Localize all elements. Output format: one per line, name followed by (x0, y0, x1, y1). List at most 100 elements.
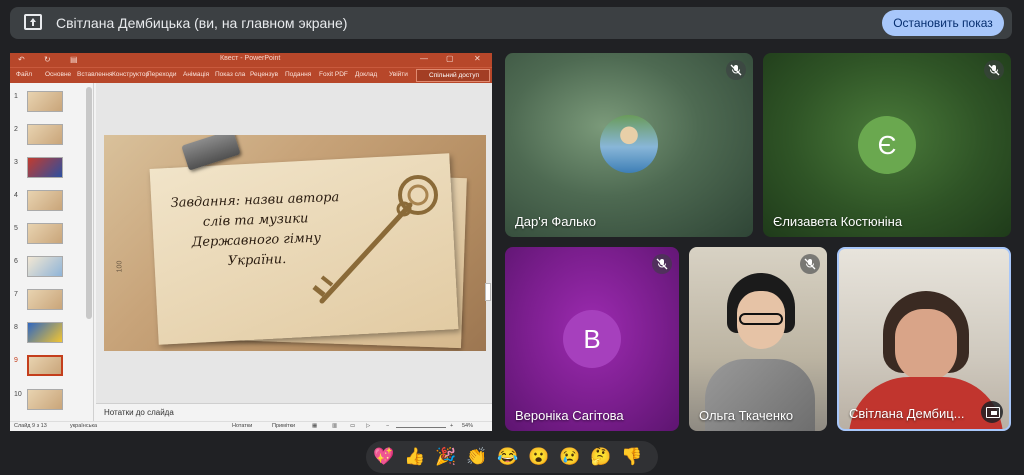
maximize-icon[interactable]: ▢ (446, 54, 454, 63)
ribbon-tab-home[interactable]: Основне (45, 71, 71, 78)
ribbon-tab-design[interactable]: Конструктор (112, 71, 149, 78)
slide-thumbnail-image (27, 157, 63, 178)
ribbon-tab-animations[interactable]: Анімація (183, 71, 209, 78)
thumbnail-scrollbar[interactable] (86, 87, 92, 319)
party-popper-icon[interactable]: 🎉 (434, 446, 458, 468)
slide-notes-field[interactable]: Нотатки до слайда (96, 403, 492, 419)
slide-thumbnail-image (27, 223, 63, 244)
ribbon-tab-review[interactable]: Рецензув (250, 71, 278, 78)
slide-thumbnail[interactable]: 7 (10, 289, 90, 311)
ppt-titlebar: ↶ ↻ ▤ Квест - PowerPoint — ▢ ✕ (10, 53, 492, 67)
avatar: В (563, 310, 621, 368)
canvas-scrollbar[interactable] (485, 283, 491, 301)
mic-off-icon (652, 254, 672, 274)
slide-thumbnail[interactable]: 1 (10, 91, 90, 113)
slide-thumbnail[interactable]: 4 (10, 190, 90, 212)
shared-powerpoint-window: ↶ ↻ ▤ Квест - PowerPoint — ▢ ✕ Файл Осно… (10, 53, 492, 431)
slideshow-view-icon[interactable]: ▷ (366, 423, 370, 429)
slide-editing-canvas[interactable]: Завдання: назви автора слів та музики Де… (96, 83, 492, 403)
mic-off-icon (984, 60, 1004, 80)
ribbon-tab-insert[interactable]: Вставлення (77, 71, 113, 78)
normal-view-icon[interactable]: ▦ (312, 423, 317, 429)
reading-view-icon[interactable]: ▭ (350, 423, 355, 429)
laughing-face-icon[interactable]: 😂 (496, 446, 520, 468)
antique-key-image (312, 175, 438, 304)
undo-icon[interactable]: ↶ (18, 55, 25, 64)
ruler-label: 100 (116, 260, 124, 273)
slide-thumbnail[interactable]: 5 (10, 223, 90, 245)
participant-name: Світлана Дембиц... (849, 406, 965, 421)
surprised-face-icon[interactable]: 😮 (527, 446, 551, 468)
comments-toggle-button[interactable]: Примітки (272, 423, 295, 429)
minimize-icon[interactable]: — (420, 54, 428, 63)
video-feed (849, 377, 1003, 429)
presenting-title: Світлана Дембицька (ви, на главном экран… (56, 15, 348, 31)
participant-tile[interactable]: Є Єлизавета Костюніна (763, 53, 1011, 237)
ribbon-tab-sign-in[interactable]: Увійти (389, 71, 408, 78)
slide-number: 3 (14, 159, 18, 166)
share-button[interactable]: Спільний доступ (416, 69, 490, 82)
redo-icon[interactable]: ↻ (44, 55, 51, 64)
ribbon-tab-foxit[interactable]: Foxit PDF (319, 71, 348, 78)
zoom-slider[interactable] (396, 427, 446, 428)
slide-number: 1 (14, 93, 18, 100)
participant-name: Ольга Ткаченко (699, 408, 794, 423)
reactions-bar: 💖 👍 🎉 👏 😂 😮 😢 🤔 👎 (366, 441, 658, 473)
slide-thumbnail-pane: 1 2 3 4 5 6 7 8 9 10 (10, 83, 94, 421)
zoom-out-icon[interactable]: − (386, 423, 389, 429)
presenting-bar: Світлана Дембицька (ви, на главном экран… (10, 7, 1012, 39)
participant-tile[interactable]: Дар'я Фалько (505, 53, 753, 237)
slide-thumbnail[interactable]: 8 (10, 322, 90, 344)
slide-thumbnail-image (27, 355, 63, 376)
slide-sorter-icon[interactable]: ▥ (332, 423, 337, 429)
thumbs-down-icon[interactable]: 👎 (620, 446, 644, 468)
notes-toggle-button[interactable]: Нотатки (232, 423, 252, 429)
ppt-window-title: Квест - PowerPoint (220, 55, 281, 62)
participant-name: Дар'я Фалько (515, 214, 596, 229)
slide-thumbnail[interactable]: 3 (10, 157, 90, 179)
slide-thumbnail-image (27, 389, 63, 410)
avatar (600, 115, 658, 173)
slide-number: 4 (14, 192, 18, 199)
thinking-face-icon[interactable]: 🤔 (589, 446, 613, 468)
zoom-level[interactable]: 54% (462, 423, 473, 429)
ppt-status-bar: Слайд 9 з 13 українська Нотатки Примітки… (10, 421, 492, 431)
slide-thumbnail[interactable]: 2 (10, 124, 90, 146)
picture-in-picture-icon[interactable] (981, 401, 1003, 423)
slide-thumbnail-image (27, 322, 63, 343)
participant-name: Єлизавета Костюніна (773, 214, 903, 229)
slide-thumbnail-image (27, 124, 63, 145)
slide-number: 5 (14, 225, 18, 232)
mic-off-icon (800, 254, 820, 274)
slide-thumbnail-image (27, 91, 63, 112)
sparkling-heart-icon[interactable]: 💖 (372, 446, 396, 468)
participant-tile[interactable]: Ольга Ткаченко (689, 247, 827, 431)
slide-number: 8 (14, 324, 18, 331)
sad-face-icon[interactable]: 😢 (558, 446, 582, 468)
slide-thumbnail[interactable]: 10 (10, 389, 90, 411)
thumbs-up-icon[interactable]: 👍 (403, 446, 427, 468)
ribbon-tab-tell-me[interactable]: Доклад (355, 71, 377, 78)
avatar: Є (858, 116, 916, 174)
ribbon-tab-slideshow[interactable]: Показ сла (215, 71, 245, 78)
video-feed (895, 309, 957, 381)
close-icon[interactable]: ✕ (474, 54, 481, 63)
participant-tile[interactable]: В Вероніка Сагітова (505, 247, 679, 431)
slide-number: 2 (14, 126, 18, 133)
slide-thumbnail[interactable]: 6 (10, 256, 90, 278)
zoom-in-icon[interactable]: + (450, 423, 453, 429)
clapping-hands-icon[interactable]: 👏 (465, 446, 489, 468)
participant-tile-self[interactable]: Світлана Дембиц... (837, 247, 1011, 431)
ribbon-tab-view[interactable]: Подання (285, 71, 311, 78)
language-indicator[interactable]: українська (70, 423, 97, 429)
slide-thumbnail-image (27, 256, 63, 277)
stop-presenting-button[interactable]: Остановить показ (882, 10, 1004, 36)
start-slideshow-icon[interactable]: ▤ (70, 55, 78, 64)
ribbon-tab-transitions[interactable]: Переходи (147, 71, 176, 78)
slide-thumbnail-image (27, 190, 63, 211)
slide-thumbnail-selected[interactable]: 9 (10, 355, 90, 377)
slide-number: 7 (14, 291, 18, 298)
slide-9[interactable]: Завдання: назви автора слів та музики Де… (104, 135, 486, 351)
ribbon-tab-file[interactable]: Файл (16, 71, 32, 78)
slide-number: 10 (14, 391, 22, 398)
